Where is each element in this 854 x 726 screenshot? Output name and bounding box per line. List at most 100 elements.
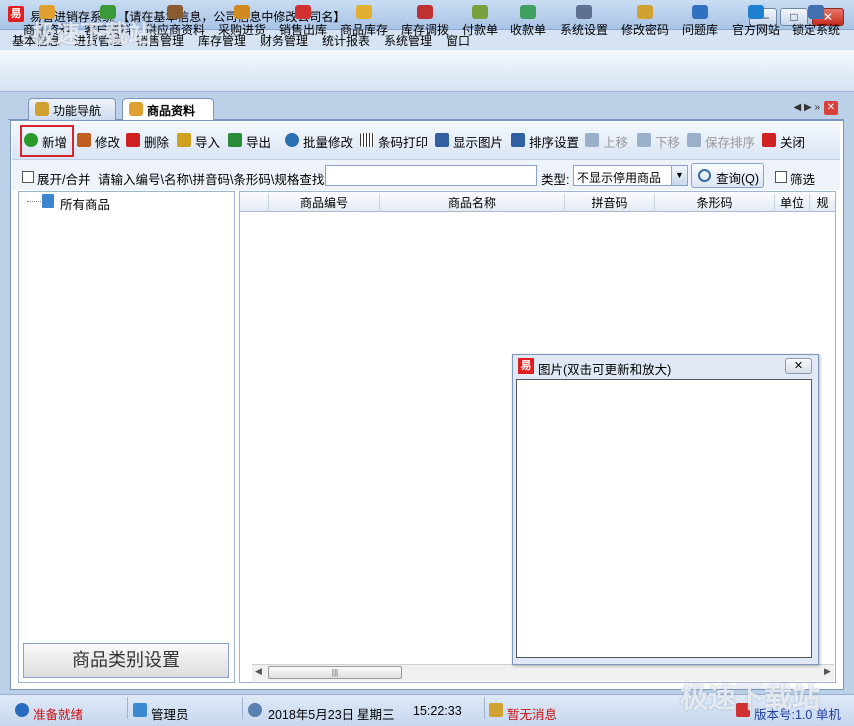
image-window-logo-icon: 易	[518, 358, 534, 374]
edit-icon	[77, 133, 91, 147]
add-button[interactable]: 新增	[24, 132, 67, 151]
expand-checkbox[interactable]	[22, 171, 34, 183]
tab-function-nav[interactable]: 功能导航	[28, 98, 116, 120]
action-label: 新增	[42, 136, 68, 150]
tab-goods-info[interactable]: 商品资料	[122, 98, 214, 121]
payment-icon	[472, 5, 488, 19]
toolbar-lock-button[interactable]: 锁定系统	[790, 3, 842, 41]
import-icon	[177, 133, 191, 147]
barcode-icon	[360, 133, 374, 147]
status-separator	[484, 697, 485, 719]
search-input[interactable]	[325, 165, 537, 186]
tab-list-icon[interactable]: »	[814, 102, 820, 113]
status-date: 2018年5月23日	[268, 708, 355, 722]
batch-edit-button[interactable]: 批量修改	[285, 132, 353, 151]
scroll-left-icon[interactable]: ◀	[255, 666, 262, 677]
tab-prev-icon[interactable]: ◀	[793, 102, 801, 113]
sort-icon	[511, 133, 525, 147]
nav-icon	[35, 102, 49, 116]
tab-next-icon[interactable]: ▶	[804, 102, 812, 113]
toolbar-help-button[interactable]: 问题库	[680, 3, 720, 41]
toolbar-transfer-button[interactable]: 库存调拨	[399, 3, 451, 41]
image-window-close-button[interactable]: ✕	[785, 358, 812, 374]
status-message: 暂无消息	[507, 708, 558, 722]
close-button[interactable]: 关闭	[762, 132, 805, 151]
query-button[interactable]: 查询(Q)	[691, 163, 764, 188]
chevron-down-icon: ▼	[671, 166, 687, 185]
tab-label: 商品资料	[147, 104, 196, 118]
action-label: 显示图片	[453, 136, 504, 150]
show-image-button[interactable]: 显示图片	[435, 132, 503, 151]
tree-line	[27, 201, 41, 202]
purchase-icon	[234, 5, 250, 19]
col-barcode[interactable]: 条形码	[654, 194, 774, 212]
tab-strip: 功能导航 商品资料 ◀ ▶ » ✕	[8, 96, 844, 121]
website-icon	[748, 5, 764, 19]
toolbar-purchase-button[interactable]: 采购进货	[216, 3, 268, 41]
supplier-icon	[167, 5, 183, 19]
toolbar-label: 库存调拨	[400, 23, 449, 37]
status-separator	[242, 697, 243, 719]
barcode-print-button[interactable]: 条码打印	[360, 132, 428, 151]
action-label: 修改	[95, 136, 121, 150]
toolbar-label: 系统设置	[559, 23, 608, 37]
batch-edit-icon	[285, 133, 299, 147]
close-icon	[762, 133, 776, 147]
status-user: 管理员	[151, 708, 189, 722]
toolbar-settings-button[interactable]: 系统设置	[558, 3, 610, 41]
watermark: 极速下载站	[680, 682, 821, 713]
toolbar-label: 商品库存	[339, 23, 388, 37]
action-label: 上移	[603, 136, 629, 150]
action-label: 删除	[144, 136, 170, 150]
scrollbar-thumb[interactable]: |||	[268, 666, 402, 679]
scroll-right-icon[interactable]: ▶	[824, 666, 831, 677]
settings-icon	[576, 5, 592, 19]
move-up-icon	[585, 133, 599, 147]
tab-controls: ◀ ▶ » ✕	[793, 101, 838, 115]
expand-label: 展开/合并	[37, 173, 91, 187]
toolbar-label: 锁定系统	[791, 23, 840, 37]
action-label: 下移	[655, 136, 681, 150]
transfer-icon	[417, 5, 433, 19]
toolbar-stock-button[interactable]: 商品库存	[338, 3, 390, 41]
move-down-icon	[637, 133, 651, 147]
move-up-button[interactable]: 上移	[585, 132, 628, 151]
toolbar-password-button[interactable]: 修改密码	[619, 3, 671, 41]
toolbar-label: 付款单	[461, 23, 498, 37]
type-select[interactable]: 不显示停用商品 ▼	[573, 165, 688, 186]
col-spec[interactable]: 规	[809, 194, 835, 212]
move-down-button[interactable]: 下移	[637, 132, 680, 151]
toolbar-receipt-button[interactable]: 收款单	[508, 3, 548, 41]
image-icon	[435, 133, 449, 147]
receipt-icon	[520, 5, 536, 19]
action-label: 排序设置	[529, 136, 580, 150]
col-goods-code[interactable]: 商品编号	[268, 194, 379, 212]
status-time: 15:22:33	[413, 704, 462, 718]
edit-button[interactable]: 修改	[77, 132, 120, 151]
image-preview-area[interactable]	[516, 379, 812, 658]
sort-settings-button[interactable]: 排序设置	[511, 132, 579, 151]
filter-checkbox[interactable]	[775, 171, 787, 183]
stock-icon	[356, 5, 372, 19]
clock-icon	[248, 703, 262, 717]
col-pinyin[interactable]: 拼音码	[564, 194, 654, 212]
toolbar-label: 销售出库	[278, 23, 327, 37]
export-button[interactable]: 导出	[228, 132, 271, 151]
category-settings-button[interactable]: 商品类别设置	[23, 643, 229, 678]
col-goods-name[interactable]: 商品名称	[379, 194, 564, 212]
toolbar-payment-button[interactable]: 付款单	[460, 3, 500, 41]
toolbar-label: 问题库	[681, 23, 718, 37]
tab-close-icon[interactable]: ✕	[824, 101, 838, 115]
save-sort-button[interactable]: 保存排序	[687, 132, 755, 151]
col-unit[interactable]: 单位	[774, 194, 809, 212]
user-icon	[133, 703, 147, 717]
search-label: 请输入编号\名称\拼音码\条形码\规格查找:	[98, 173, 328, 187]
toolbar-website-button[interactable]: 官方网站	[730, 3, 782, 41]
delete-button[interactable]: 删除	[126, 132, 169, 151]
import-button[interactable]: 导入	[177, 132, 220, 151]
action-label: 关闭	[780, 136, 806, 150]
toolbar-label: 官方网站	[731, 23, 780, 37]
toolbar-sales-button[interactable]: 销售出库	[277, 3, 329, 41]
toolbar-supplier-button[interactable]: 供应商资料	[144, 3, 206, 41]
tree-root-all-goods[interactable]: 所有商品	[60, 194, 110, 213]
